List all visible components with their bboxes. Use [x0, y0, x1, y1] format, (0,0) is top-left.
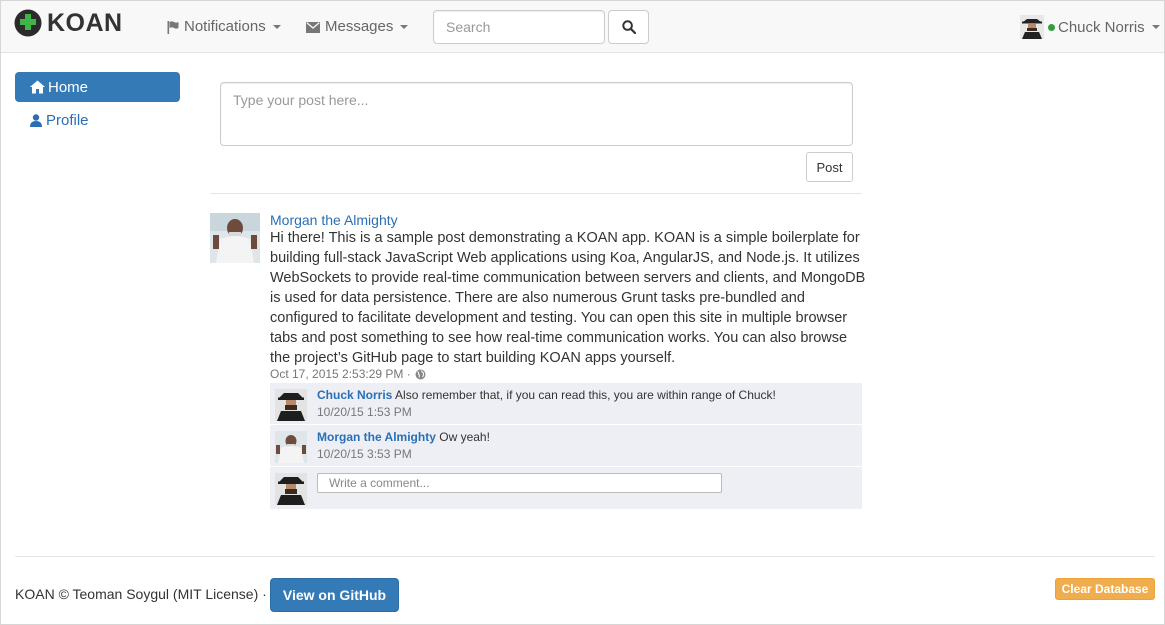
brand-name: KOAN: [47, 8, 123, 37]
notifications-label: Notifications: [184, 18, 266, 35]
clear-database-button[interactable]: Clear Database: [1055, 578, 1155, 600]
messages-label: Messages: [325, 18, 394, 35]
chevron-down-icon: [1151, 25, 1160, 29]
comment-text: Ow yeah!: [439, 430, 490, 444]
chevron-down-icon: [400, 25, 409, 29]
post-compose-input[interactable]: [220, 82, 853, 146]
search-input[interactable]: [433, 10, 605, 44]
search-button[interactable]: [608, 10, 649, 44]
sidebar-item-label: Home: [48, 78, 89, 96]
puzzle-piece-icon: [14, 9, 42, 37]
comment-author-avatar[interactable]: [275, 389, 307, 421]
comment-composer: [270, 467, 862, 509]
comment-date: 10/20/15 1:53 PM: [317, 405, 412, 419]
sidebar-item-label: Profile: [46, 111, 89, 129]
comment: Chuck Norris Also remember that, if you …: [270, 383, 862, 425]
envelope-icon: [306, 21, 320, 33]
post-author-avatar[interactable]: [210, 213, 260, 263]
home-icon: [30, 80, 45, 94]
search-icon: [621, 20, 636, 34]
comment-input[interactable]: [317, 473, 722, 493]
comment-author-link[interactable]: Morgan the Almighty: [317, 430, 436, 444]
comment-text-line: Morgan the Almighty Ow yeah!: [317, 430, 490, 445]
post-timestamp: Oct 17, 2015 2:53:29 PM ·: [270, 367, 411, 381]
globe-icon: [415, 369, 426, 379]
current-user-avatar: [275, 473, 307, 505]
flag-icon: [167, 20, 179, 34]
comment: Morgan the Almighty Ow yeah! 10/20/15 3:…: [270, 425, 862, 467]
footer-copyright: KOAN © Teoman Soygul (MIT License) ·: [15, 586, 267, 602]
comment-text: Also remember that, if you can read this…: [395, 388, 776, 402]
sidebar-item-home[interactable]: Home: [15, 72, 180, 102]
chevron-down-icon: [272, 25, 281, 29]
comment-author-avatar[interactable]: [275, 431, 307, 463]
post-button[interactable]: Post: [806, 152, 853, 182]
messages-menu[interactable]: Messages: [306, 18, 409, 36]
sidebar-item-profile[interactable]: Profile: [15, 110, 180, 130]
user-name: Chuck Norris: [1058, 18, 1145, 36]
divider: [210, 193, 862, 194]
user-avatar: [1020, 15, 1044, 39]
user-icon: [30, 113, 42, 127]
online-status-icon: [1048, 23, 1055, 31]
top-navbar: KOAN Notifications Messages Search Chuck…: [1, 1, 1164, 53]
user-menu[interactable]: Chuck Norris: [1020, 15, 1160, 39]
post-meta: Oct 17, 2015 2:53:29 PM ·: [270, 367, 426, 381]
comment-text-line: Chuck Norris Also remember that, if you …: [317, 388, 776, 403]
comments-section: Chuck Norris Also remember that, if you …: [270, 383, 862, 509]
notifications-menu[interactable]: Notifications: [167, 18, 281, 36]
footer-divider: [15, 556, 1155, 557]
brand[interactable]: KOAN: [14, 7, 123, 39]
comment-author-link[interactable]: Chuck Norris: [317, 388, 392, 402]
post-author-link[interactable]: Morgan the Almighty: [270, 211, 398, 229]
comment-date: 10/20/15 3:53 PM: [317, 447, 412, 461]
post-body: Hi there! This is a sample post demonstr…: [270, 230, 866, 366]
view-on-github-button[interactable]: View on GitHub: [270, 578, 399, 612]
